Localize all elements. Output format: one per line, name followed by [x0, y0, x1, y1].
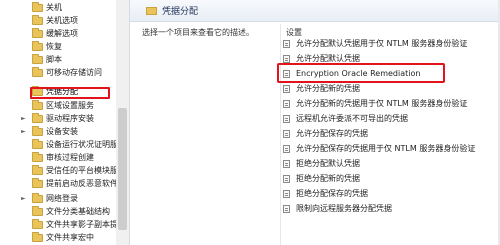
tree-item-label: 提前启动反恶意软件	[46, 179, 118, 188]
folder-icon	[32, 206, 43, 216]
pane-divider	[280, 24, 281, 245]
tree-item[interactable]: 脚本	[0, 54, 129, 66]
tree-item-label: 审核过程创建	[46, 153, 94, 162]
chevron-right-icon[interactable]: ►	[21, 126, 27, 138]
tree-item[interactable]: ► 设备安装	[0, 126, 129, 138]
policy-setting-icon	[283, 115, 290, 123]
policy-setting-icon	[283, 205, 290, 213]
setting-label: 拒绝分配默认凭据	[296, 159, 360, 168]
tree-item[interactable]: 关机选项	[0, 15, 129, 27]
tree-item-label: 文件共享影子副本提	[46, 220, 118, 229]
setting-label: 允许分配新的凭据用于仅 NTLM 服务器身份验证	[296, 99, 468, 108]
folder-icon	[32, 126, 43, 136]
tree-item-label: 受信任的平台模块服	[46, 166, 118, 175]
setting-label: 允许分配新的凭据	[296, 84, 360, 93]
policy-setting-icon	[283, 160, 290, 168]
tree-item-label: 文件共享宏中	[46, 233, 94, 242]
setting-label: 限制向远程服务器分配凭据	[296, 204, 392, 213]
folder-icon	[32, 28, 43, 38]
folder-icon	[32, 152, 43, 162]
setting-label: 拒绝分配保存的凭据	[296, 189, 368, 198]
tree-item[interactable]: 文件共享影子副本提	[0, 219, 129, 231]
tree-item-label: 驱动程序安装	[46, 114, 94, 123]
tree-item[interactable]: 受信任的平台模块服	[0, 165, 129, 177]
tree-item-label: 区域设置服务	[46, 101, 94, 110]
policy-setting-icon	[283, 145, 290, 153]
details-pane: 凭据分配 选择一个项目来查看它的描述。 设置 允许分配默认凭据用于仅 NTLM …	[130, 0, 500, 245]
folder-icon	[32, 219, 43, 229]
setting-label: 允许分配保存的凭据	[296, 129, 368, 138]
folder-icon	[32, 193, 43, 203]
navigation-tree: 关机 关机选项 缓解选项 恢复 脚本 可移动存储访问 凭据分配 区域设置服务 ►…	[0, 0, 130, 245]
tree-item[interactable]: 区域设置服务	[0, 100, 129, 112]
policy-setting-icon	[283, 55, 290, 63]
policy-setting-icon	[283, 190, 290, 198]
setting-highlight-box	[277, 63, 445, 83]
tree-item[interactable]: 缓解选项	[0, 28, 129, 40]
policy-setting-icon	[283, 130, 290, 138]
tree-item-label: 关机选项	[46, 16, 78, 25]
pane-title: 凭据分配	[162, 7, 199, 17]
folder-icon	[32, 165, 43, 175]
setting-label: 允许分配默认凭据用于仅 NTLM 服务器身份验证	[296, 39, 468, 48]
setting-label: 远程机允许委派不可导出的凭据	[296, 114, 408, 123]
policy-setting-icon	[283, 100, 290, 108]
scrollbar-thumb[interactable]	[118, 108, 127, 230]
chevron-right-icon[interactable]: ►	[21, 193, 27, 205]
setting-label: 允许分配保存的凭据用于仅 NTLM 服务器身份验证	[296, 144, 476, 153]
tree-item[interactable]: ► 网络登录	[0, 193, 129, 205]
folder-icon	[32, 67, 43, 77]
tree-item-label: 文件分类基础结构	[46, 207, 110, 216]
description-text: 选择一个项目来查看它的描述。	[142, 28, 254, 37]
tree-item[interactable]: 文件共享宏中	[0, 232, 129, 244]
chevron-right-icon[interactable]: ►	[21, 113, 27, 125]
tree-item-label: 缓解选项	[46, 29, 78, 38]
folder-icon	[32, 41, 43, 51]
tree-item[interactable]: 关机	[0, 2, 129, 14]
selection-highlight-box	[30, 87, 110, 99]
tree-scrollbar[interactable]	[116, 0, 129, 245]
folder-icon	[32, 15, 43, 25]
tree-item-label: 设备安装	[46, 127, 78, 136]
tree-item[interactable]: 恢复	[0, 41, 129, 53]
setting-label: 拒绝分配新的凭据	[296, 174, 360, 183]
tree-item[interactable]: 设备运行状况证明服	[0, 139, 129, 151]
tree-item-label: 网络登录	[46, 194, 78, 203]
tree-item[interactable]: 提前启动反恶意软件	[0, 178, 129, 190]
folder-icon	[32, 232, 43, 242]
tree-item[interactable]: ► 驱动程序安装	[0, 113, 129, 125]
pane-header: 凭据分配	[130, 0, 500, 22]
folder-icon	[32, 178, 43, 188]
folder-icon	[32, 2, 43, 12]
tree-item[interactable]: 审核过程创建	[0, 152, 129, 164]
tree-item[interactable]: 文件分类基础结构	[0, 206, 129, 218]
tree-item-label: 脚本	[46, 55, 62, 64]
folder-icon	[32, 54, 43, 64]
folder-icon	[32, 139, 43, 149]
tree-item-label: 恢复	[46, 42, 62, 51]
policy-setting-icon	[283, 85, 290, 93]
tree-item[interactable]: 可移动存储访问	[0, 67, 129, 79]
tree-item-label: 设备运行状况证明服	[46, 140, 118, 149]
policy-setting-icon	[283, 40, 290, 48]
folder-icon	[32, 113, 43, 123]
tree-item-label: 关机	[46, 3, 62, 12]
folder-icon	[146, 7, 157, 15]
tree-item-label: 可移动存储访问	[46, 68, 102, 77]
policy-setting-icon	[283, 175, 290, 183]
folder-icon	[32, 100, 43, 110]
